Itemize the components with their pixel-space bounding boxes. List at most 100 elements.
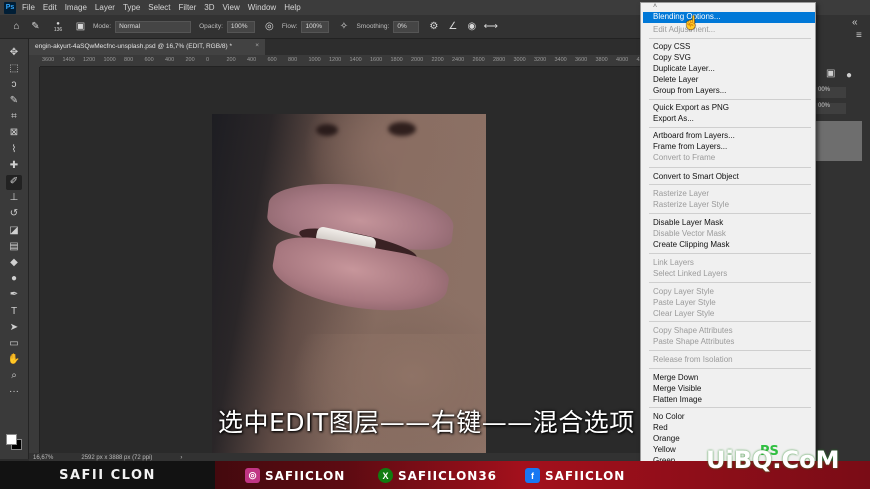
brush-preset-picker[interactable]: ● 136 [48,20,68,33]
lasso-tool-icon[interactable]: ↄ [6,77,22,92]
ruler-tick-label: 1200 [329,57,342,63]
smoothing-label: Smoothing: [356,23,390,30]
history-brush-tool-icon[interactable]: ↺ [6,207,22,222]
menu-item-frame-from-layers[interactable]: Frame from Layers... [653,142,727,151]
menu-3d[interactable]: 3D [204,3,214,12]
flow-field[interactable]: 100% [301,20,330,33]
menu-item-red[interactable]: Red [653,423,668,432]
xbox-handle-group: X SAFIICLON36 [378,468,497,483]
menu-item-convert-to-frame: Convert to Frame [653,153,716,162]
menu-layer[interactable]: Layer [95,3,115,12]
menu-item-link-layers: Link Layers [653,258,694,267]
menu-view[interactable]: View [223,3,240,12]
angle-icon[interactable]: ∠ [446,20,459,33]
type-tool-icon[interactable]: T [6,304,22,319]
dodge-tool-icon[interactable]: ● [6,272,22,287]
layer-thumb-icon[interactable]: ▣ [826,68,835,79]
document-tab[interactable]: engin-akyurt-4aSQwMecfnc-unsplash.psd @ … [29,39,265,55]
more-tools-icon[interactable]: ··· [6,385,22,400]
menu-item-flatten-image[interactable]: Flatten Image [653,395,702,404]
menu-window[interactable]: Window [248,3,276,12]
path-select-tool-icon[interactable]: ➤ [6,320,22,335]
clone-stamp-tool-icon[interactable]: ⊥ [6,191,22,206]
menu-image[interactable]: Image [65,3,87,12]
opacity-field[interactable]: 100% [226,20,255,33]
menu-filter[interactable]: Filter [179,3,197,12]
menu-item-merge-down[interactable]: Merge Down [653,373,698,382]
pressure-size-icon[interactable]: ◉ [465,20,478,33]
eyedropper-tool-icon[interactable]: ⌇ [6,142,22,157]
menu-separator [649,368,811,369]
menu-separator [649,213,811,214]
hand-tool-icon[interactable]: ✋ [6,353,22,368]
brush-tool-icon[interactable]: ✎ [29,20,42,33]
zoom-tool-icon[interactable]: ⌕ [6,369,22,384]
close-icon[interactable]: × [255,42,259,49]
home-icon[interactable]: ⌂ [10,20,23,33]
layer-context-menu: ˄ Blending Options... Edit Adjustment... C… [640,2,816,465]
mode-select[interactable]: Normal [115,20,192,33]
canvas-area[interactable] [40,67,650,453]
panel-menu-icon[interactable]: ≡ [856,30,862,41]
pen-tool-icon[interactable]: ✒ [6,288,22,303]
menu-item-delete-layer[interactable]: Delete Layer [653,75,698,84]
menu-item-copy-css[interactable]: Copy CSS [653,42,690,51]
rectangle-tool-icon[interactable]: ▭ [6,336,22,351]
menu-item-disable-layer-mask[interactable]: Disable Layer Mask [653,218,723,227]
menu-item-artboard-from-layers[interactable]: Artboard from Layers... [653,131,735,140]
brush-settings-icon[interactable]: ▣ [74,20,87,33]
menu-item-duplicate-layer[interactable]: Duplicate Layer... [653,64,715,73]
pressure-opacity-icon[interactable]: ◎ [263,20,276,33]
quick-select-tool-icon[interactable]: ✎ [6,94,22,109]
opacity-label: Opacity: [199,23,223,30]
menu-item-orange[interactable]: Orange [653,434,680,443]
scroll-up-icon[interactable]: ˄ [653,3,657,10]
frame-tool-icon[interactable]: ⊠ [6,126,22,141]
ruler-tick-label: 0 [206,57,210,63]
menu-separator [649,99,811,100]
symmetry-icon[interactable]: ⟷ [484,20,498,33]
menu-item-merge-visible[interactable]: Merge Visible [653,384,701,393]
menu-item-create-clipping-mask[interactable]: Create Clipping Mask [653,240,729,249]
tools-panel: ✥ ⬚ ↄ ✎ ⌗ ⊠ ⌇ ✚ ✐ ⊥ ↺ ◪ ▤ ◆ ● ✒ T ➤ ▭ ✋ … [0,39,29,459]
mode-label: Mode: [93,23,112,30]
brush-tool-icon[interactable]: ✐ [6,174,22,190]
menu-select[interactable]: Select [148,3,170,12]
ruler-tick-label: 4000 [616,57,629,63]
smoothing-field[interactable]: 0% [393,20,420,33]
ruler-tick-label: 1400 [62,57,75,63]
ruler-tick-label: 3800 [595,57,608,63]
horizontal-ruler: 3600 1400 1200 1000 800 600 400 200 0 200 400 600 80… [40,55,650,67]
ruler-tick-label: 1200 [83,57,96,63]
banner-name-block: SAFII CLON [0,461,215,489]
menu-item-no-color[interactable]: No Color [653,412,685,421]
menu-item-quick-export-as-png[interactable]: Quick Export as PNG [653,103,729,112]
menu-type[interactable]: Type [123,3,140,12]
gear-icon[interactable]: ⚙ [427,20,440,33]
ruler-tick-label: 3200 [534,57,547,63]
healing-tool-icon[interactable]: ✚ [6,158,22,173]
marquee-tool-icon[interactable]: ⬚ [6,61,22,76]
menu-separator [649,407,811,408]
menu-item-yellow[interactable]: Yellow [653,445,676,454]
blur-tool-icon[interactable]: ◆ [6,255,22,270]
layer-fill-field[interactable]: 00% [816,103,846,114]
menu-item-export-as[interactable]: Export As... [653,114,694,123]
panel-options-icon[interactable]: ● [846,70,852,81]
menu-help[interactable]: Help [284,3,300,12]
layer-opacity-field[interactable]: 00% [816,87,846,98]
crop-tool-icon[interactable]: ⌗ [6,110,22,125]
menu-item-group-from-layers[interactable]: Group from Layers... [653,86,726,95]
airbrush-icon[interactable]: ✧ [337,20,350,33]
eraser-tool-icon[interactable]: ◪ [6,223,22,238]
photoshop-logo: Ps [4,1,16,14]
layer-thumbnail[interactable] [816,121,862,161]
foreground-color-swatch[interactable] [6,434,17,445]
collapse-icon[interactable]: « [852,17,858,28]
move-tool-icon[interactable]: ✥ [6,45,22,60]
menu-edit[interactable]: Edit [43,3,57,12]
menu-item-convert-to-smart-object[interactable]: Convert to Smart Object [653,172,739,181]
menu-item-copy-svg[interactable]: Copy SVG [653,53,691,62]
gradient-tool-icon[interactable]: ▤ [6,239,22,254]
menu-file[interactable]: File [22,3,35,12]
